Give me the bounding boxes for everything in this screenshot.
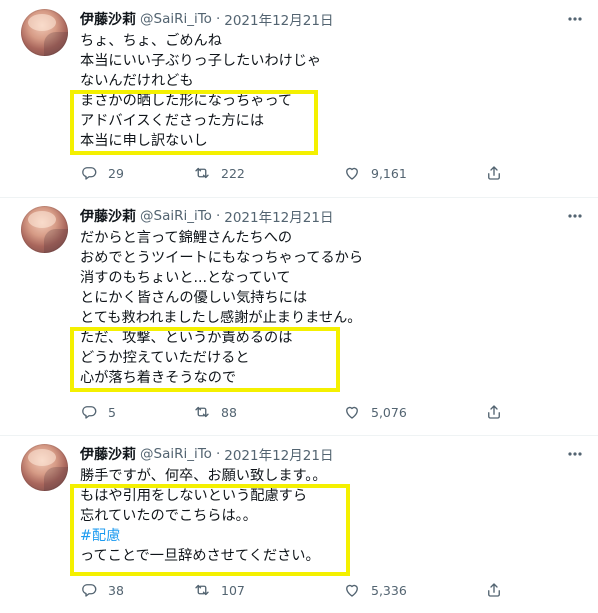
user-handle[interactable]: @SaiRi_iTo [140,11,212,27]
tweet-text-line: とにかく皆さんの優しい気持ちには [80,290,308,306]
heart-icon [346,167,358,180]
tweet-1[interactable]: 伊藤沙莉 @SaiRi_iTo · 2021年12月21日 ちょ、ちょ、ごめんね… [0,0,598,198]
tweet-text-line: どうか控えていただけると [80,350,250,366]
tweet-header: 伊藤沙莉 @SaiRi_iTo · 2021年12月21日 [80,444,333,464]
reply-icon [82,406,97,419]
tweet-text-line: おめでとうツイートにもなっちゃってるから [80,250,364,266]
reply-count: 29 [108,165,124,181]
tweet-text-line: もはや引用をしないという配慮すら [80,488,308,504]
tweet-text-line: ただ、攻撃、というか責めるのは [80,330,293,346]
retweet-icon [195,167,209,179]
retweet-button[interactable]: 88 [193,401,237,423]
user-name[interactable]: 伊藤沙莉 [80,9,136,29]
user-name[interactable]: 伊藤沙莉 [80,444,136,464]
user-handle[interactable]: @SaiRi_iTo [140,446,212,462]
reply-count: 5 [108,404,116,420]
tweet-text-line: 本当にいい子ぶりっ子したいわけじゃ [80,53,322,69]
reply-icon [82,584,97,597]
retweet-icon [195,406,209,418]
tweet-text: ちょ、ちょ、ごめんね 本当にいい子ぶりっ子したいわけじゃ ないんだけれども まさ… [80,31,550,151]
reply-button[interactable]: 5 [80,401,116,423]
action-bar: 38 107 5,336 [80,579,510,601]
retweet-icon [195,584,209,596]
share-icon [488,583,500,597]
tweet-text-line: 心が落ち着きそうなので [80,370,237,386]
more-icon[interactable] [564,443,586,465]
tweet-text-line: 本当に申し訳ないし [80,133,208,149]
heart-icon [346,406,358,419]
retweet-button[interactable]: 222 [193,162,245,184]
share-button[interactable] [485,401,503,423]
tweet-date[interactable]: 2021年12月21日 [224,206,333,226]
tweet-text-line: 忘れていたのでこちらは。。 [80,508,257,524]
tweet-text-line: ないんだけれども [80,73,194,89]
separator-dot: · [215,11,221,27]
share-button[interactable] [485,579,503,601]
reply-icon [82,167,97,180]
share-icon [488,405,500,419]
more-icon[interactable] [564,8,586,30]
tweet-text-line: 勝手ですが、何卒、お願い致します。。 [80,468,327,484]
user-handle[interactable]: @SaiRi_iTo [140,208,212,224]
tweet-feed: 伊藤沙莉 @SaiRi_iTo · 2021年12月21日 ちょ、ちょ、ごめんね… [0,0,598,613]
retweet-count: 88 [221,404,237,420]
tweet-header: 伊藤沙莉 @SaiRi_iTo · 2021年12月21日 [80,206,333,226]
tweet-header: 伊藤沙莉 @SaiRi_iTo · 2021年12月21日 [80,9,333,29]
tweet-text-line: ちょ、ちょ、ごめんね [80,33,222,49]
user-name[interactable]: 伊藤沙莉 [80,206,136,226]
tweet-3[interactable]: 伊藤沙莉 @SaiRi_iTo · 2021年12月21日 勝手ですが、何卒、お… [0,435,598,613]
more-icon[interactable] [564,205,586,227]
avatar[interactable] [21,206,68,253]
tweet-text-line: 消すのもちょいと...となっていて [80,270,291,286]
action-bar: 5 88 5,076 [80,401,510,423]
tweet-text-line: ってことで一旦辞めさせてください。 [80,548,320,564]
like-button[interactable]: 5,336 [343,579,407,601]
like-button[interactable]: 9,161 [343,162,407,184]
action-bar: 29 222 9,161 [80,162,510,184]
tweet-text: だからと言って錦鯉さんたちへの おめでとうツイートにもなっちゃってるから 消すの… [80,228,550,388]
share-button[interactable] [485,162,503,184]
share-icon [488,166,500,180]
retweet-count: 107 [221,582,245,598]
tweet-text-line: まさかの晒した形になっちゃって [80,93,293,109]
hashtag-link[interactable]: #配慮 [80,526,550,546]
avatar[interactable] [21,444,68,491]
like-count: 5,076 [371,404,407,420]
like-count: 5,336 [371,582,407,598]
tweet-date[interactable]: 2021年12月21日 [224,444,333,464]
avatar[interactable] [21,9,68,56]
tweet-text-line: だからと言って錦鯉さんたちへの [80,230,293,246]
tweet-text-line: アドバイスくださった方には [80,113,265,129]
separator-dot: · [215,446,221,462]
tweet-2[interactable]: 伊藤沙莉 @SaiRi_iTo · 2021年12月21日 だからと言って錦鯉さ… [0,197,598,436]
like-button[interactable]: 5,076 [343,401,407,423]
reply-button[interactable]: 29 [80,162,124,184]
retweet-button[interactable]: 107 [193,579,245,601]
tweet-text: 勝手ですが、何卒、お願い致します。。 もはや引用をしないという配慮すら 忘れてい… [80,466,550,566]
reply-count: 38 [108,582,124,598]
separator-dot: · [215,208,221,224]
heart-icon [346,584,358,597]
tweet-date[interactable]: 2021年12月21日 [224,9,333,29]
like-count: 9,161 [371,165,407,181]
tweet-text-line: とても救われましたし感謝が止まりません。 [80,310,362,326]
retweet-count: 222 [221,165,245,181]
reply-button[interactable]: 38 [80,579,124,601]
